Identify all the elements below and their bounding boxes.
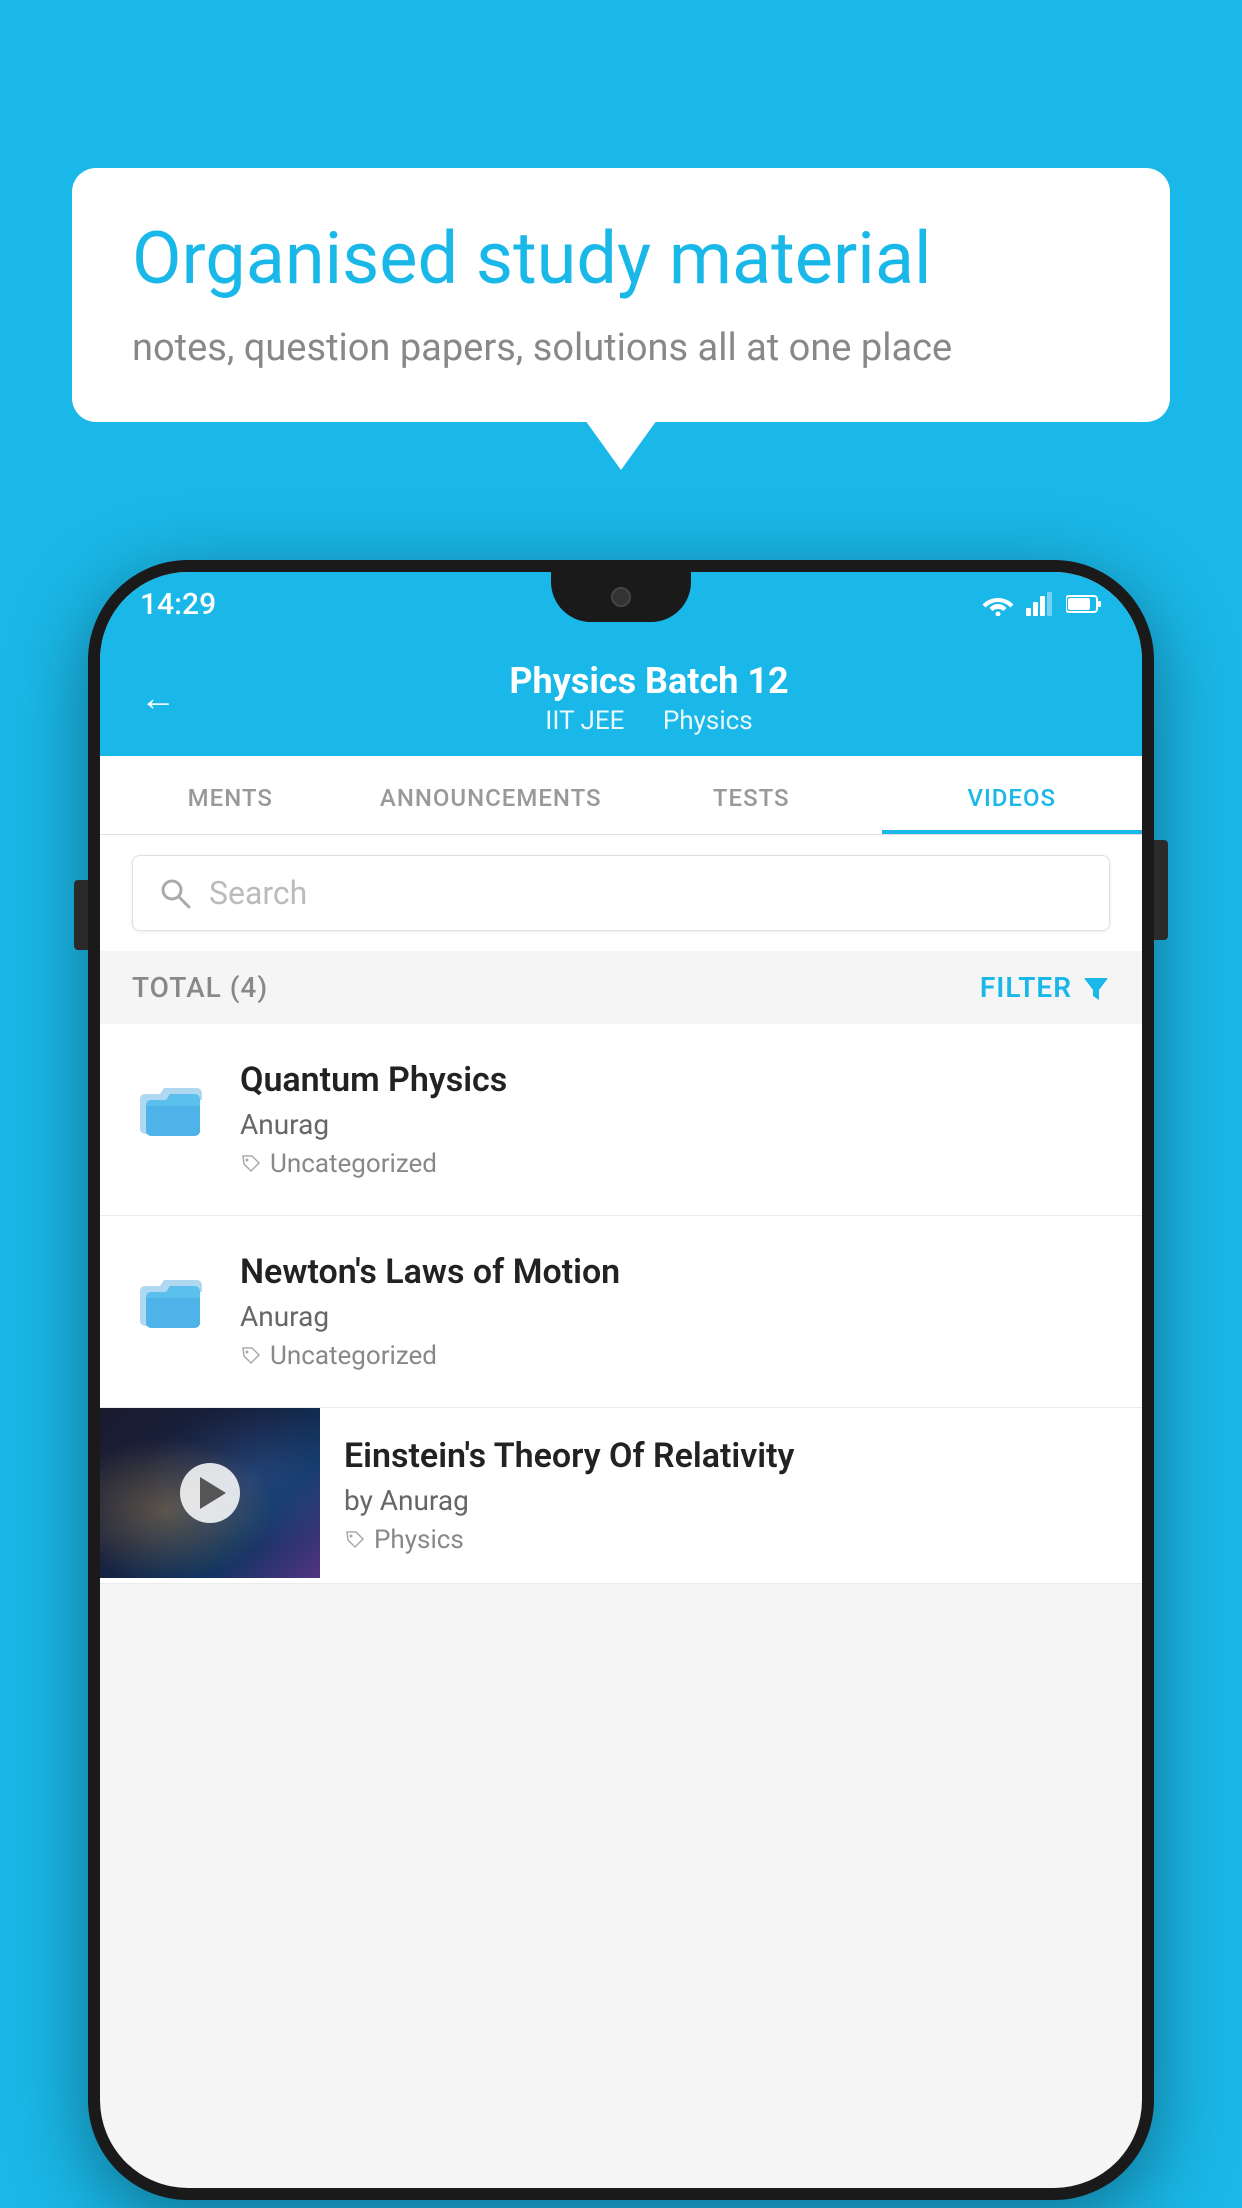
total-count: TOTAL (4) bbox=[132, 971, 268, 1004]
item-author: Anurag bbox=[240, 1108, 1110, 1141]
search-container: Search bbox=[100, 835, 1142, 951]
video-thumbnail bbox=[100, 1408, 320, 1578]
search-placeholder: Search bbox=[209, 874, 307, 912]
tag-icon bbox=[240, 1345, 262, 1367]
bubble-title: Organised study material bbox=[132, 216, 1110, 302]
item-title: Newton's Laws of Motion bbox=[240, 1252, 1110, 1292]
battery-icon bbox=[1066, 594, 1102, 614]
status-icons bbox=[982, 592, 1102, 616]
tab-ments[interactable]: MENTS bbox=[100, 756, 361, 834]
item-content: Newton's Laws of Motion Anurag Uncategor… bbox=[240, 1252, 1110, 1371]
video-author: by Anurag bbox=[344, 1484, 1118, 1517]
folder-icon bbox=[132, 1260, 212, 1340]
list-item[interactable]: Quantum Physics Anurag Uncategorized bbox=[100, 1024, 1142, 1216]
folder-icon bbox=[132, 1068, 212, 1148]
volume-button bbox=[74, 880, 88, 950]
play-icon bbox=[200, 1477, 226, 1509]
filter-button[interactable]: FILTER bbox=[980, 971, 1110, 1004]
item-title: Quantum Physics bbox=[240, 1060, 1110, 1100]
item-tag: Uncategorized bbox=[240, 1149, 1110, 1179]
filter-icon bbox=[1082, 974, 1110, 1002]
play-button[interactable] bbox=[180, 1463, 240, 1523]
speech-bubble: Organised study material notes, question… bbox=[72, 168, 1170, 422]
signal-icon bbox=[1026, 592, 1054, 616]
status-time: 14:29 bbox=[140, 587, 216, 622]
tab-announcements[interactable]: ANNOUNCEMENTS bbox=[361, 756, 622, 834]
tabs-bar: MENTS ANNOUNCEMENTS TESTS VIDEOS bbox=[100, 756, 1142, 835]
wifi-icon bbox=[982, 592, 1014, 616]
list-item[interactable]: Newton's Laws of Motion Anurag Uncategor… bbox=[100, 1216, 1142, 1408]
subtitle-iitjee: IIT JEE bbox=[545, 706, 624, 736]
subtitle-physics: Physics bbox=[663, 706, 753, 736]
phone-frame: 14:29 bbox=[88, 560, 1154, 2200]
phone-screen: 14:29 bbox=[100, 572, 1142, 2188]
search-box[interactable]: Search bbox=[132, 855, 1110, 931]
page-title: Physics Batch 12 bbox=[196, 660, 1102, 702]
header-title-section: Physics Batch 12 IIT JEE Physics bbox=[196, 660, 1102, 736]
tab-tests[interactable]: TESTS bbox=[621, 756, 882, 834]
video-title: Einstein's Theory Of Relativity bbox=[344, 1436, 1118, 1476]
back-button[interactable]: ← bbox=[140, 677, 176, 719]
status-bar: 14:29 bbox=[100, 572, 1142, 636]
content-list: Quantum Physics Anurag Uncategorized bbox=[100, 1024, 1142, 1584]
video-content: Einstein's Theory Of Relativity by Anura… bbox=[320, 1408, 1142, 1583]
filter-bar: TOTAL (4) FILTER bbox=[100, 951, 1142, 1024]
bubble-subtitle: notes, question papers, solutions all at… bbox=[132, 326, 1110, 370]
tag-icon bbox=[344, 1529, 366, 1551]
tag-icon bbox=[240, 1153, 262, 1175]
item-content: Quantum Physics Anurag Uncategorized bbox=[240, 1060, 1110, 1179]
notch bbox=[551, 572, 691, 622]
app-header: ← Physics Batch 12 IIT JEE Physics bbox=[100, 636, 1142, 756]
list-item-video[interactable]: Einstein's Theory Of Relativity by Anura… bbox=[100, 1408, 1142, 1584]
item-author: Anurag bbox=[240, 1300, 1110, 1333]
video-tag: Physics bbox=[344, 1525, 1118, 1555]
tab-videos[interactable]: VIDEOS bbox=[882, 756, 1143, 834]
search-icon bbox=[157, 875, 193, 911]
power-button bbox=[1154, 840, 1168, 940]
item-tag: Uncategorized bbox=[240, 1341, 1110, 1371]
page-subtitle: IIT JEE Physics bbox=[196, 706, 1102, 736]
camera bbox=[611, 587, 631, 607]
